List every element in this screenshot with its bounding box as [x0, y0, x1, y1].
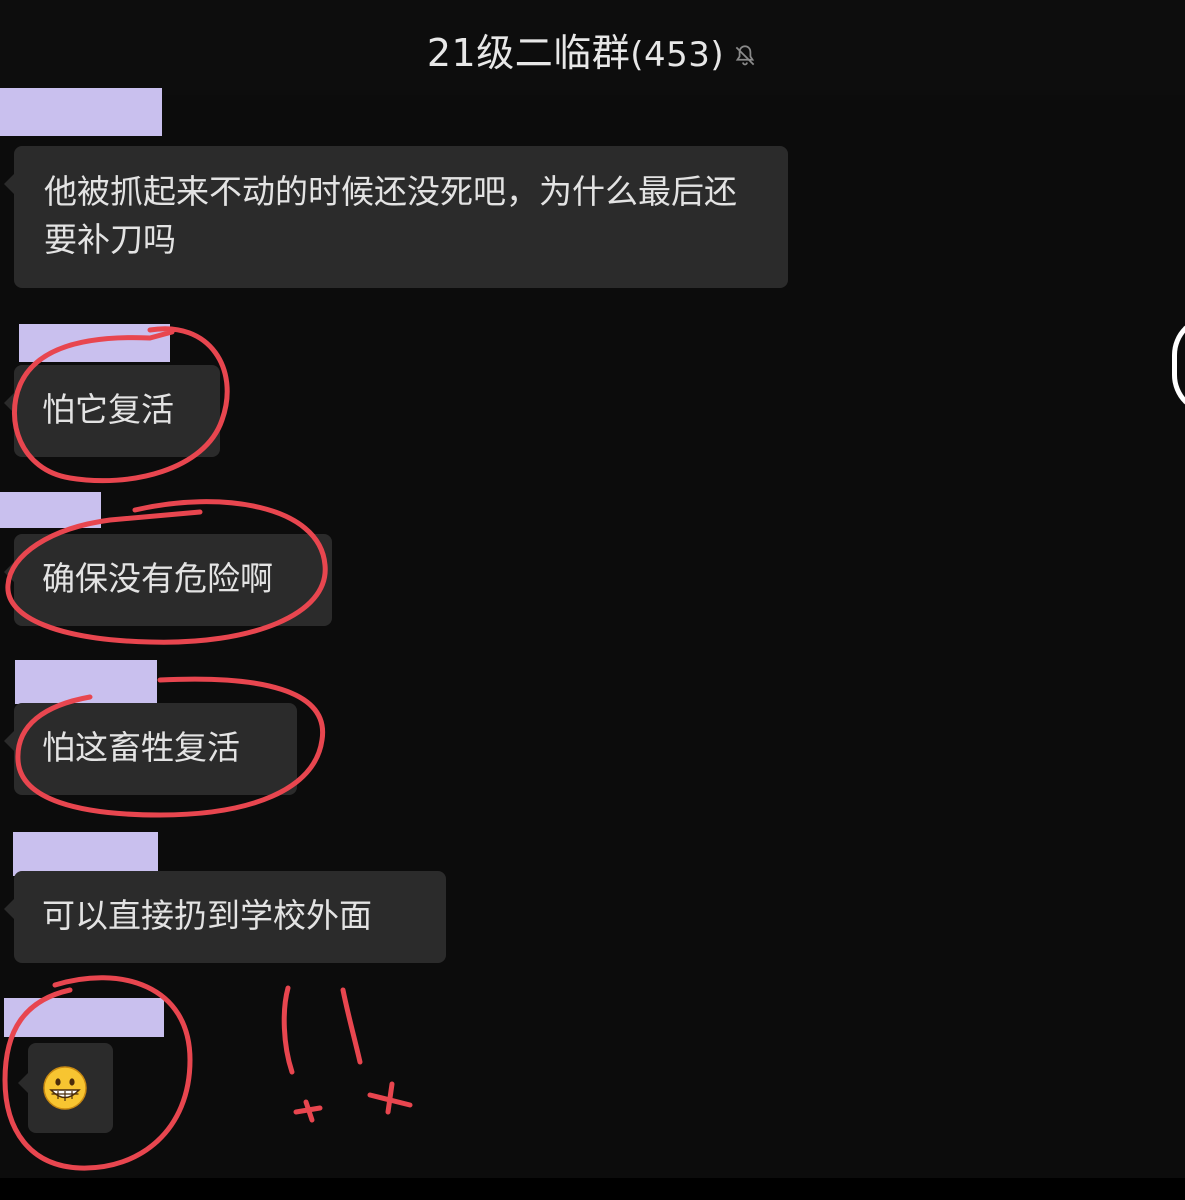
message-text: 可以直接扔到学校外面	[42, 896, 372, 935]
chat-title[interactable]: 21级二临群(453)	[0, 22, 1185, 77]
sender-name-redacted	[15, 660, 157, 704]
partial-circle-button[interactable]	[1172, 315, 1185, 415]
annotation-stroke	[303, 1099, 315, 1123]
sender-name-redacted	[13, 832, 158, 876]
grinning-face-icon	[43, 1066, 87, 1110]
sender-name-redacted	[19, 324, 170, 362]
annotation-stroke	[367, 1092, 413, 1108]
member-count: (453)	[630, 35, 725, 75]
message-text: 他被抓起来不动的时候还没死吧，为什么最后还要补刀吗	[44, 172, 737, 259]
sender-name-redacted	[0, 492, 101, 528]
message-bubble[interactable]: 确保没有危险啊	[4, 534, 332, 626]
message-text: 确保没有危险啊	[42, 559, 273, 598]
bottom-bar	[0, 1178, 1185, 1200]
message-bubble[interactable]: 怕这畜牲复活	[4, 703, 297, 795]
message-bubble[interactable]: 他被抓起来不动的时候还没死吧，为什么最后还要补刀吗	[4, 146, 788, 288]
annotation-stroke	[340, 987, 363, 1065]
message-bubble[interactable]: 可以直接扔到学校外面	[4, 871, 446, 963]
chat-header: 21级二临群(453)	[0, 0, 1185, 95]
group-name: 21级二临群	[426, 31, 631, 75]
sender-name-redacted	[0, 88, 162, 136]
annotation-stroke	[281, 985, 295, 1075]
message-text: 怕这畜牲复活	[42, 728, 240, 767]
annotation-stroke	[385, 1081, 395, 1115]
bell-off-icon	[735, 44, 755, 65]
annotation-stroke	[293, 1105, 323, 1115]
emoji-message-bubble[interactable]	[18, 1043, 113, 1133]
message-text: 怕它复活	[42, 390, 174, 429]
sender-name-redacted	[4, 998, 164, 1037]
message-bubble[interactable]: 怕它复活	[4, 365, 220, 457]
